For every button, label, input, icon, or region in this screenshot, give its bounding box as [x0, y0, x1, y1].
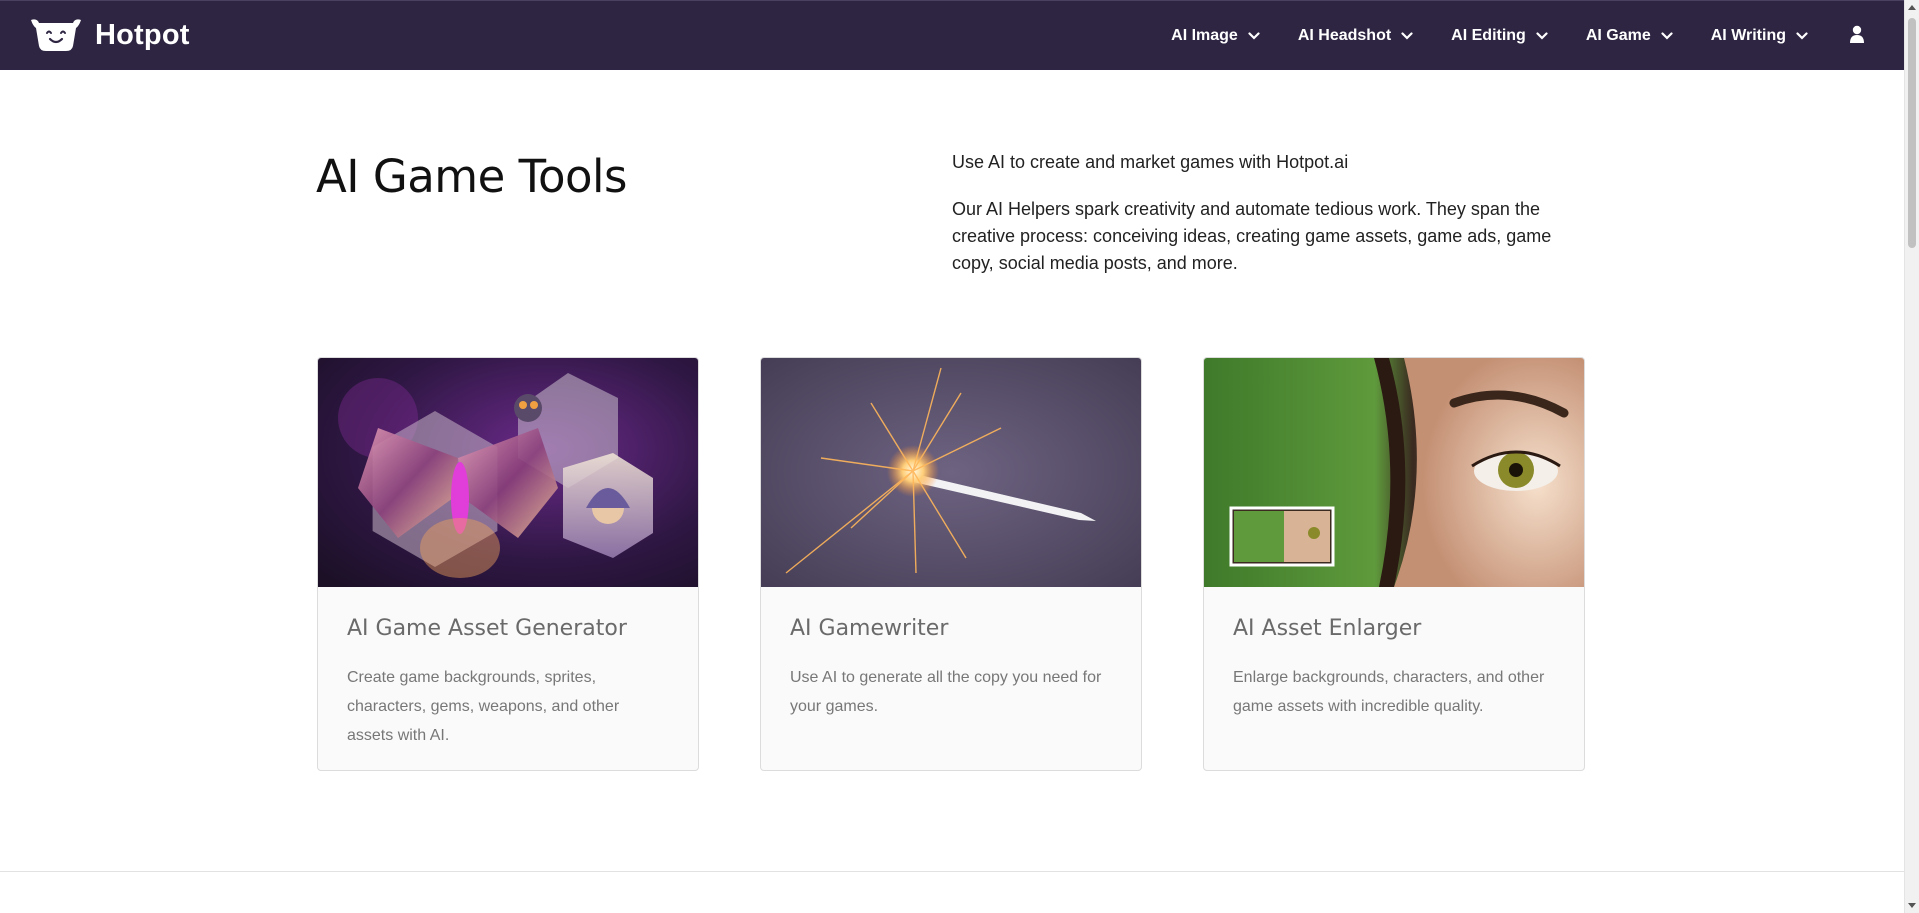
home-logo-link[interactable]: Hotpot [29, 18, 190, 52]
nav-ai-image[interactable]: AI Image [1171, 27, 1260, 45]
brand-name: Hotpot [95, 18, 190, 51]
card-body: AI Gamewriter Use AI to generate all the… [790, 616, 1112, 721]
card-description: Use AI to generate all the copy you need… [790, 669, 1102, 715]
eye-closeup-image [1204, 358, 1584, 587]
chevron-down-icon [1661, 27, 1673, 45]
chevron-down-icon [1536, 27, 1548, 45]
chevron-down-icon [1248, 27, 1260, 45]
nav-label: AI Editing [1451, 27, 1526, 44]
chevron-down-icon [1796, 27, 1808, 45]
user-icon[interactable] [1850, 25, 1864, 48]
nav-ai-writing[interactable]: AI Writing [1711, 27, 1808, 45]
card-ai-game-asset-generator[interactable]: AI Game Asset Generator Create game back… [317, 357, 699, 771]
page-title: AI Game Tools [316, 150, 627, 203]
card-ai-gamewriter[interactable]: AI Gamewriter Use AI to generate all the… [760, 357, 1142, 771]
card-description: Enlarge backgrounds, characters, and oth… [1233, 669, 1545, 715]
chevron-down-icon [1401, 27, 1413, 45]
nav-label: AI Game [1585, 27, 1651, 44]
card-ai-asset-enlarger[interactable]: AI Asset Enlarger Enlarge backgrounds, c… [1203, 357, 1585, 771]
sparkler-pen-image [761, 358, 1141, 587]
hero-subtitle: Use AI to create and market games with H… [952, 152, 1349, 172]
card-title: AI Gamewriter [790, 616, 949, 641]
nav-label: AI Image [1171, 27, 1238, 44]
page-scrollbar[interactable] [1904, 0, 1919, 913]
section-divider [0, 871, 1904, 872]
card-description: Create game backgrounds, sprites, charac… [347, 669, 620, 744]
scroll-down-arrow-icon[interactable] [1908, 903, 1916, 908]
card-title: AI Asset Enlarger [1233, 616, 1422, 641]
top-nav-bar: Hotpot AI Image AI Headshot AI Editing A… [0, 0, 1904, 70]
nav-label: AI Writing [1710, 27, 1786, 44]
fantasy-moth-owl-image [318, 358, 698, 587]
card-body: AI Asset Enlarger Enlarge backgrounds, c… [1233, 616, 1555, 721]
smiling-pot-logo-icon [29, 18, 83, 52]
card-title: AI Game Asset Generator [347, 616, 627, 641]
main-nav: AI Image AI Headshot AI Editing AI Game … [1133, 1, 1864, 71]
scroll-up-arrow-icon[interactable] [1908, 5, 1916, 10]
nav-ai-game[interactable]: AI Game [1586, 27, 1673, 45]
card-body: AI Game Asset Generator Create game back… [347, 616, 669, 750]
nav-label: AI Headshot [1297, 27, 1392, 44]
nav-ai-editing[interactable]: AI Editing [1451, 27, 1548, 45]
hero-description: Our AI Helpers spark creativity and auto… [952, 199, 1552, 273]
scrollbar-thumb[interactable] [1908, 18, 1916, 248]
nav-ai-headshot[interactable]: AI Headshot [1298, 27, 1413, 45]
